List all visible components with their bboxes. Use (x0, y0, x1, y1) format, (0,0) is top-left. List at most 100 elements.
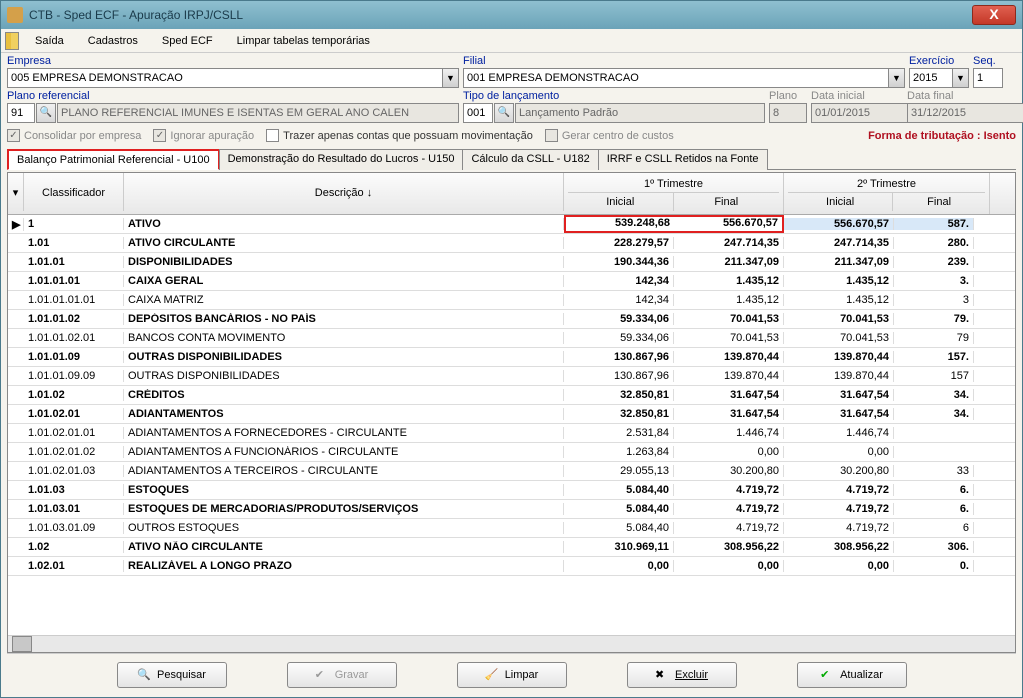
cell-t1-final: 1.446,74 (674, 427, 784, 439)
gravar-button: ✔Gravar (287, 662, 397, 688)
cell-t1-final: 0,00 (674, 446, 784, 458)
options-row: Consolidar por empresa Ignorar apuração … (7, 125, 1016, 146)
table-row[interactable]: 1.01.01DISPONIBILIDADES190.344,36211.347… (8, 253, 1015, 272)
col-descricao[interactable]: Descrição ↓ (124, 173, 564, 211)
table-row[interactable]: 1.01ATIVO CIRCULANTE228.279,57247.714,35… (8, 234, 1015, 253)
check-gerar: Gerar centro de custos (545, 129, 674, 142)
cell-t1-inicial: 2.531,84 (564, 427, 674, 439)
chevron-down-icon[interactable]: ▼ (952, 69, 968, 87)
table-row[interactable]: 1.01.01.02.01BANCOS CONTA MOVIMENTO59.33… (8, 329, 1015, 348)
tab-irrf-csll[interactable]: IRRF e CSLL Retidos na Fonte (598, 149, 768, 170)
menu-limpar-tabelas[interactable]: Limpar tabelas temporárias (225, 32, 382, 50)
scroll-thumb[interactable] (12, 636, 32, 652)
col-t1-final[interactable]: Final (674, 193, 779, 211)
cell-t1-inicial: 5.084,40 (564, 484, 674, 496)
menu-sped-ecf[interactable]: Sped ECF (150, 32, 225, 50)
cell-descricao: CAIXA MATRIZ (124, 294, 564, 306)
table-row[interactable]: 1.01.02.01.03ADIANTAMENTOS A TERCEIROS -… (8, 462, 1015, 481)
window-title: CTB - Sped ECF - Apuração IRPJ/CSLL (29, 8, 972, 22)
lookup-plano-ref-icon[interactable]: 🔍 (36, 103, 56, 123)
cell-t2-final: 33 (894, 465, 974, 477)
close-button[interactable]: X (972, 5, 1016, 25)
cell-classificador: 1.02 (24, 541, 124, 553)
label-plano-ref: Plano referencial (7, 90, 459, 103)
pesquisar-button[interactable]: 🔍Pesquisar (117, 662, 227, 688)
cell-t2-inicial: 308.956,22 (784, 541, 894, 553)
row-selector-header[interactable]: ▾ (8, 173, 24, 211)
horizontal-scrollbar[interactable] (8, 635, 1015, 652)
table-row[interactable]: 1.01.01.09.09OUTRAS DISPONIBILIDADES130.… (8, 367, 1015, 386)
check-ignorar: Ignorar apuração (153, 129, 254, 142)
cell-t1-inicial: 142,34 (564, 275, 674, 287)
cell-descricao: ADIANTAMENTOS A TERCEIROS - CIRCULANTE (124, 465, 564, 477)
cell-descricao: BANCOS CONTA MOVIMENTO (124, 332, 564, 344)
check-trazer[interactable]: Trazer apenas contas que possuam movimen… (266, 129, 533, 142)
table-row[interactable]: 1.01.01.01CAIXA GERAL142,341.435,121.435… (8, 272, 1015, 291)
cell-t2-inicial: 4.719,72 (784, 503, 894, 515)
cell-t2-inicial: 31.647,54 (784, 408, 894, 420)
cell-t1-final: 70.041,53 (674, 313, 784, 325)
menu-cadastros[interactable]: Cadastros (76, 32, 150, 50)
select-empresa[interactable]: 005 EMPRESA DEMONSTRACAO▼ (7, 68, 459, 88)
col-group-t1: 1º Trimestre InicialFinal (564, 173, 784, 214)
label-seq: Seq. (973, 55, 1003, 68)
table-row[interactable]: 1.01.02.01.02ADIANTAMENTOS A FUNCIONÁRIO… (8, 443, 1015, 462)
table-row[interactable]: 1.01.03.01ESTOQUES DE MERCADORIAS/PRODUT… (8, 500, 1015, 519)
cell-t2-final: 6. (894, 484, 974, 496)
lookup-tipo-lanc-icon[interactable]: 🔍 (494, 103, 514, 123)
cell-t1-inicial: 32.850,81 (564, 389, 674, 401)
tab-u100[interactable]: Balanço Patrimonial Referencial - U100 (7, 149, 220, 170)
table-row[interactable]: 1.02.01REALIZÁVEL A LONGO PRAZO0,000,000… (8, 557, 1015, 576)
cell-classificador: 1.01.01 (24, 256, 124, 268)
select-exercicio[interactable]: 2015▼ (909, 68, 969, 88)
input-plano-ref-cod[interactable] (7, 103, 35, 123)
table-row[interactable]: 1.01.01.01.01CAIXA MATRIZ142,341.435,121… (8, 291, 1015, 310)
cell-t1-inicial: 5.084,40 (564, 503, 674, 515)
cell-t1-inicial: 190.344,36 (564, 256, 674, 268)
cell-descricao: OUTROS ESTOQUES (124, 522, 564, 534)
exit-icon[interactable] (5, 32, 19, 50)
col-t2-inicial[interactable]: Inicial (788, 193, 893, 211)
table-row[interactable]: ▶1ATIVO539.248,68556.670,57556.670,57587… (8, 215, 1015, 234)
menu-saida[interactable]: Saída (23, 32, 76, 50)
grid-body[interactable]: ▶1ATIVO539.248,68556.670,57556.670,57587… (8, 215, 1015, 635)
atualizar-button[interactable]: ✔Atualizar (797, 662, 907, 688)
col-t1-inicial[interactable]: Inicial (568, 193, 674, 211)
col-classificador[interactable]: Classificador (24, 173, 124, 211)
chevron-down-icon[interactable]: ▼ (888, 69, 904, 87)
cell-t1-inicial: 5.084,40 (564, 522, 674, 534)
cell-classificador: 1 (24, 218, 124, 230)
limpar-button[interactable]: 🧹Limpar (457, 662, 567, 688)
cell-t1-final: 30.200,80 (674, 465, 784, 477)
cell-descricao: DISPONIBILIDADES (124, 256, 564, 268)
chevron-down-icon[interactable]: ▼ (442, 69, 458, 87)
cell-t2-final: 6 (894, 522, 974, 534)
cell-classificador: 1.01.02 (24, 389, 124, 401)
input-tipo-lanc-cod[interactable] (463, 103, 493, 123)
checkbox-icon (153, 129, 166, 142)
table-row[interactable]: 1.01.02.01ADIANTAMENTOS32.850,8131.647,5… (8, 405, 1015, 424)
col-group-t2: 2º Trimestre InicialFinal (784, 173, 990, 214)
table-row[interactable]: 1.01.01.02DEPÓSITOS BANCÁRIOS - NO PAÍS5… (8, 310, 1015, 329)
tab-u150[interactable]: Demonstração do Resultado do Lucros - U1… (219, 149, 464, 170)
checkbox-icon[interactable] (266, 129, 279, 142)
input-seq[interactable] (973, 68, 1003, 88)
cell-t2-inicial: 70.041,53 (784, 313, 894, 325)
label-tipo-lanc: Tipo de lançamento (463, 90, 765, 103)
cell-t1-inicial: 130.867,96 (564, 370, 674, 382)
tab-u182[interactable]: Cálculo da CSLL - U182 (462, 149, 598, 170)
cell-classificador: 1.01.03.01 (24, 503, 124, 515)
table-row[interactable]: 1.01.01.09OUTRAS DISPONIBILIDADES130.867… (8, 348, 1015, 367)
cell-t1-final: 556.670,57 (674, 217, 782, 231)
table-row[interactable]: 1.02ATIVO NÃO CIRCULANTE310.969,11308.95… (8, 538, 1015, 557)
table-row[interactable]: 1.01.02CRÉDITOS32.850,8131.647,5431.647,… (8, 386, 1015, 405)
table-row[interactable]: 1.01.02.01.01ADIANTAMENTOS A FORNECEDORE… (8, 424, 1015, 443)
table-row[interactable]: 1.01.03.01.09OUTROS ESTOQUES5.084,404.71… (8, 519, 1015, 538)
cell-t2-final: 280. (894, 237, 974, 249)
select-filial[interactable]: 001 EMPRESA DEMONSTRACAO▼ (463, 68, 905, 88)
col-t2-final[interactable]: Final (893, 193, 985, 211)
excluir-button[interactable]: ✖Excluir (627, 662, 737, 688)
table-row[interactable]: 1.01.03ESTOQUES5.084,404.719,724.719,726… (8, 481, 1015, 500)
cell-t2-final: 157. (894, 351, 974, 363)
cell-classificador: 1.01.01.01 (24, 275, 124, 287)
